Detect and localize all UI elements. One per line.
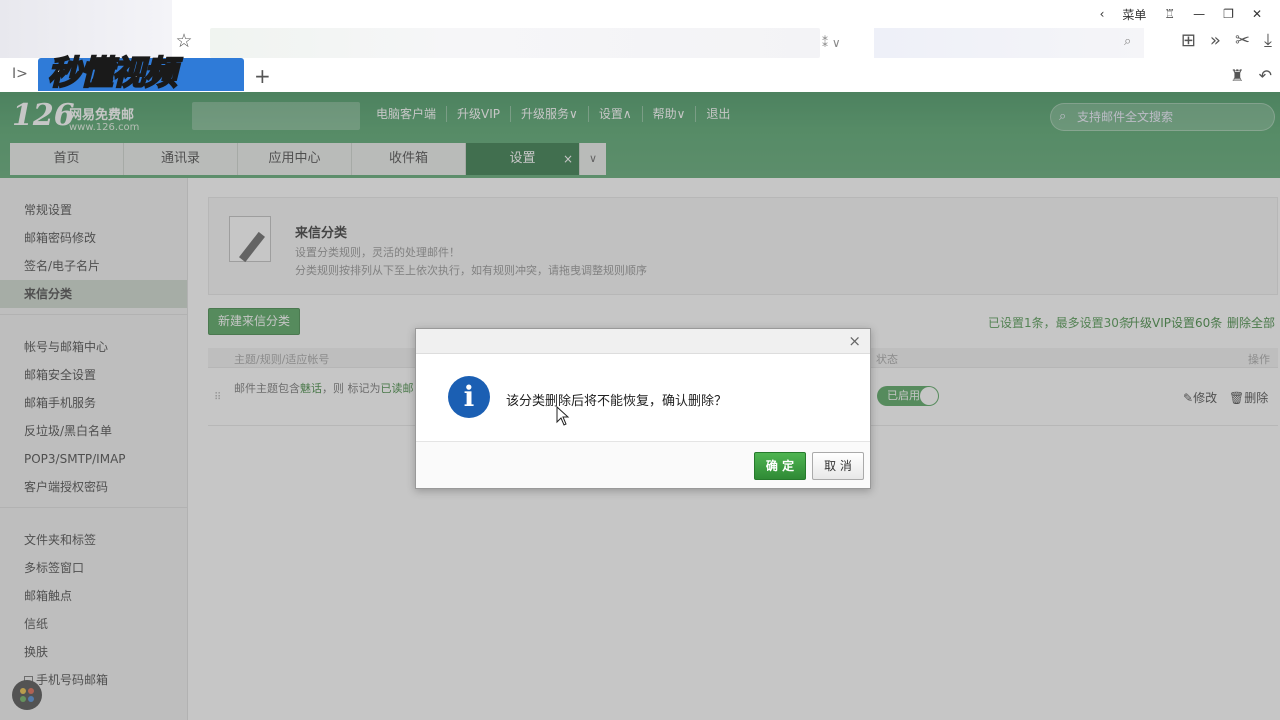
watermark-logo: 秒懂视频 <box>47 52 178 93</box>
dialog-footer: 确 定 取 消 <box>416 442 870 488</box>
confirm-delete-dialog: × i 该分类删除后将不能恢复，确认删除？ 确 定 取 消 <box>415 328 871 489</box>
mouse-cursor-icon <box>556 406 570 426</box>
browser-search-box[interactable] <box>874 28 1144 58</box>
address-bar-dropdown[interactable]: ⁑ ∨ <box>822 32 866 54</box>
minimize-button[interactable]: — <box>1193 7 1205 21</box>
scissors-icon[interactable]: ✂ <box>1235 30 1250 51</box>
undo-icon[interactable]: ↶ <box>1259 66 1272 85</box>
bookmark-star-icon[interactable]: ☆ <box>173 30 195 52</box>
new-tab-button[interactable]: + <box>254 64 271 88</box>
close-window-button[interactable]: ✕ <box>1252 7 1262 21</box>
browser-toolbar: ⊞ » ✂ ⤓ <box>1181 30 1272 51</box>
cancel-button[interactable]: 取 消 <box>812 452 864 480</box>
download-icon[interactable]: ⤓ <box>1264 30 1272 51</box>
dialog-close-icon[interactable]: × <box>848 332 861 350</box>
more-chevron-icon[interactable]: » <box>1210 30 1221 51</box>
restore-button[interactable]: ❐ <box>1223 7 1234 21</box>
browser-toolbar-2: ♜ ↶ <box>1230 66 1272 85</box>
dialog-message: 该分类删除后将不能恢复，确认删除？ <box>506 394 728 409</box>
sidebar-toggle-icon[interactable]: I> <box>12 66 28 82</box>
browser-chrome: ☆ ⁑ ∨ ⌕ ‹ 菜单 ♖ — ❐ ✕ ⊞ » ✂ ⤓ 秒懂视频 I> + ♜… <box>0 0 1280 93</box>
skin-icon[interactable]: ♖ <box>1164 7 1175 21</box>
confirm-button[interactable]: 确 定 <box>754 452 806 480</box>
clean-icon[interactable]: ♜ <box>1230 66 1244 85</box>
menu-button[interactable]: 菜单 <box>1122 6 1146 23</box>
address-bar[interactable] <box>210 28 820 58</box>
apps-grid-icon[interactable]: ⊞ <box>1181 30 1196 51</box>
browser-search-icon[interactable]: ⌕ <box>1124 34 1131 49</box>
window-controls: ‹ 菜单 ♖ — ❐ ✕ <box>1100 0 1280 28</box>
dialog-titlebar: × <box>416 329 870 354</box>
back-chevron-icon[interactable]: ‹ <box>1100 7 1105 21</box>
info-icon: i <box>448 376 490 418</box>
dialog-body: i 该分类删除后将不能恢复，确认删除？ <box>416 354 870 442</box>
